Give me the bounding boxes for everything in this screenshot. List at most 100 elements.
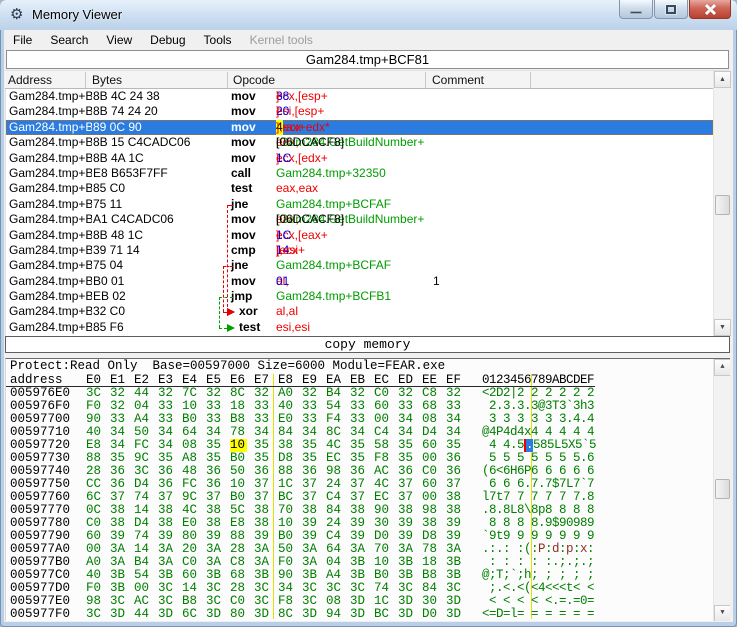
hex-byte[interactable]: 3D <box>302 608 319 621</box>
ascii-char[interactable]: 0 <box>580 595 587 608</box>
disasm-row[interactable]: Gam284.tmp+BCA1 C4CADC06moveax,[Gam284.G… <box>6 212 713 227</box>
scroll-thumb[interactable] <box>715 195 730 215</box>
ascii-char[interactable]: = <box>531 608 538 621</box>
ascii-char[interactable]: . <box>496 504 503 517</box>
ascii-char[interactable]: P <box>538 543 545 556</box>
ascii-char[interactable]: < <box>482 387 489 400</box>
ascii-char[interactable]: \ <box>524 504 531 517</box>
menu-view[interactable]: View <box>97 31 141 49</box>
scroll-up-button[interactable]: ▲ <box>714 359 730 376</box>
ascii-char[interactable]: D <box>496 608 503 621</box>
ascii-char[interactable]: . <box>580 452 587 465</box>
disasm-row[interactable]: Gam284.tmp+BC75 04jneGam284.tmp+BCFAF <box>6 258 713 273</box>
ascii-char[interactable]: L <box>566 478 573 491</box>
ascii-char[interactable]: . <box>580 491 587 504</box>
ascii-char[interactable]: @ <box>538 400 545 413</box>
ascii-char[interactable]: . <box>510 400 517 413</box>
disasm-row[interactable]: Gam284.tmp+BCB0 01moval,011 <box>6 274 713 289</box>
hex-byte[interactable]: 3D <box>446 608 463 621</box>
hex-byte[interactable]: 3D <box>350 608 367 621</box>
hex-byte[interactable]: 3D <box>254 608 271 621</box>
ascii-char[interactable]: . <box>510 582 517 595</box>
menu-file[interactable]: File <box>4 31 41 49</box>
hex-byte[interactable]: 3D <box>110 608 127 621</box>
disasm-row[interactable]: Gam284.tmp+BC85 C0testeax,eax <box>6 181 713 196</box>
ascii-char[interactable]: T <box>552 400 559 413</box>
ascii-char[interactable]: . <box>482 504 489 517</box>
ascii-char[interactable]: . <box>552 556 559 569</box>
hex-byte[interactable]: 8C <box>278 608 295 621</box>
ascii-char[interactable]: $ <box>552 517 559 530</box>
hex-byte[interactable]: 94 <box>326 608 343 621</box>
current-address-bar[interactable]: Gam284.tmp+BCF81 <box>6 50 729 69</box>
hex-row[interactable]: 005977F03C3D443D6C3D803D8C3D943DBC3DD03D… <box>6 608 730 621</box>
minimize-button[interactable] <box>619 0 653 19</box>
menu-kernel-tools[interactable]: Kernel tools <box>241 31 322 49</box>
disasm-row[interactable]: Gam284.tmp+BC8B 48 1Cmovecx,[eax+1C] <box>6 228 713 243</box>
hex-byte[interactable]: 3C <box>86 608 103 621</box>
ascii-char[interactable]: l <box>510 608 517 621</box>
ascii-char[interactable]: @ <box>482 569 489 582</box>
hex-byte[interactable]: 44 <box>134 608 151 621</box>
ascii-char[interactable]: = <box>559 608 566 621</box>
ascii-char[interactable]: . <box>566 556 573 569</box>
hex-byte[interactable]: 3D <box>158 608 175 621</box>
hex-byte[interactable]: 6C <box>182 608 199 621</box>
ascii-char[interactable]: 8 <box>580 517 587 530</box>
ascii-char[interactable]: = <box>545 608 552 621</box>
disasm-row[interactable]: Gam284.tmp+BCE8 B653F7FFcallGam284.tmp+3… <box>6 166 713 181</box>
ascii-char[interactable]: . <box>552 595 559 608</box>
ascii-char[interactable]: ( <box>524 543 531 556</box>
ascii-char[interactable]: = <box>489 608 496 621</box>
ascii-char[interactable]: . <box>538 517 545 530</box>
menu-search[interactable]: Search <box>41 31 97 49</box>
disasm-row[interactable]: Gam284.tmp+BCEB 02jmpGam284.tmp+BCFB1 <box>6 289 713 304</box>
disasm-row[interactable]: Gam284.tmp+BC8B 15 C4CADC06movedx,[Gam28… <box>6 135 713 150</box>
ascii-char[interactable]: L <box>510 504 517 517</box>
maximize-button[interactable] <box>654 0 688 19</box>
ascii-char[interactable]: H <box>510 465 517 478</box>
hex-byte[interactable]: 3D <box>206 608 223 621</box>
ascii-char[interactable]: ( <box>524 582 531 595</box>
ascii-char[interactable]: = <box>517 608 524 621</box>
ascii-char[interactable]: . <box>538 478 545 491</box>
disasm-row[interactable]: Gam284.tmp+BC89 0C 90mov[eax+edx*4],ecx <box>6 120 713 135</box>
menu-debug[interactable]: Debug <box>141 31 194 49</box>
ascii-char[interactable]: < <box>496 465 503 478</box>
ascii-char[interactable]: P <box>496 426 503 439</box>
ascii-char[interactable]: $ <box>552 478 559 491</box>
hex-byte[interactable]: 3D <box>398 608 415 621</box>
hex-byte[interactable]: 80 <box>230 608 247 621</box>
copy-memory-button[interactable]: copy memory <box>5 336 730 353</box>
ascii-char[interactable]: ( <box>482 465 489 478</box>
ascii-char[interactable]: . <box>524 400 531 413</box>
ascii-char[interactable]: . <box>496 543 503 556</box>
scroll-up-button[interactable]: ▲ <box>714 71 731 88</box>
ascii-char[interactable]: < <box>482 608 489 621</box>
close-button[interactable] <box>689 0 731 19</box>
ascii-char[interactable]: . <box>496 582 503 595</box>
ascii-char[interactable]: @ <box>482 426 489 439</box>
disasm-row[interactable]: Gam284.tmp+BC75 11jneGam284.tmp+BCFAF <box>6 197 713 212</box>
menu-tools[interactable]: Tools <box>195 31 241 49</box>
disasm-row[interactable]: Gam284.tmp+BC8B 4A 1Cmovecx,[edx+1C] <box>6 151 713 166</box>
ascii-char[interactable]: . <box>580 413 587 426</box>
hex-byte[interactable]: D0 <box>422 608 439 621</box>
disasm-row[interactable]: Gam284.tmp+BC8B 74 24 20movesi,[esp+20] <box>6 104 713 119</box>
ascii-char[interactable]: . <box>482 543 489 556</box>
ascii-char[interactable]: . <box>580 556 587 569</box>
ascii-char[interactable]: . <box>524 478 531 491</box>
disasm-row[interactable]: Gam284.tmp+BC85 F6testesi,esi <box>6 320 713 335</box>
ascii-char[interactable]: = <box>573 608 580 621</box>
hex-byte[interactable]: BC <box>374 608 391 621</box>
disasm-scrollbar[interactable]: ▲▼ <box>713 71 730 336</box>
ascii-char[interactable]: . <box>496 400 503 413</box>
ascii-char[interactable]: . <box>566 413 573 426</box>
title-bar[interactable]: ⚙ Memory Viewer <box>0 0 737 30</box>
ascii-char[interactable]: = <box>503 608 510 621</box>
ascii-char[interactable]: . <box>510 439 517 452</box>
disasm-row[interactable]: Gam284.tmp+BC8B 4C 24 38movecx,[esp+38] <box>6 89 713 104</box>
scroll-down-button[interactable]: ▼ <box>714 319 731 336</box>
disasm-row[interactable]: Gam284.tmp+BC39 71 14cmp[ecx+14],esi <box>6 243 713 258</box>
ascii-char[interactable]: . <box>566 595 573 608</box>
